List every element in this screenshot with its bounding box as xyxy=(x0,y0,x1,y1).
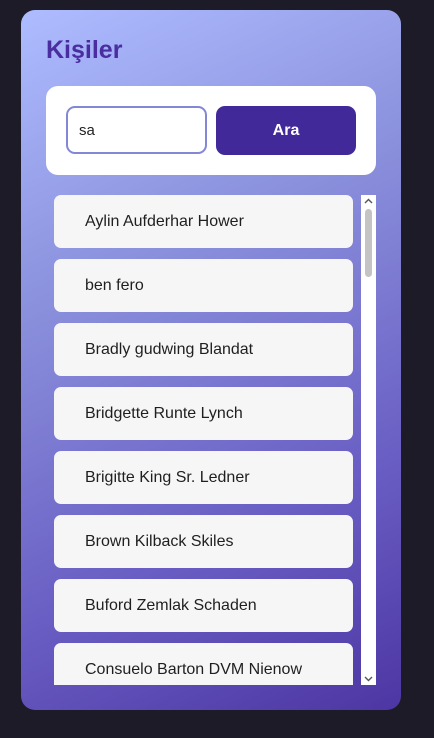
list-item[interactable]: ben fero xyxy=(54,259,353,312)
scrollbar[interactable] xyxy=(361,195,376,685)
scroll-down-icon[interactable] xyxy=(364,674,373,683)
search-button[interactable]: Ara xyxy=(216,106,356,155)
list-item[interactable]: Consuelo Barton DVM Nienow xyxy=(54,643,353,685)
contacts-list[interactable]: Aylin Aufderhar Hower ben fero Bradly gu… xyxy=(54,195,376,685)
list-item[interactable]: Aylin Aufderhar Hower xyxy=(54,195,353,248)
search-panel: Ara xyxy=(46,86,376,175)
scrollbar-thumb[interactable] xyxy=(365,209,372,277)
list-item[interactable]: Brown Kilback Skiles xyxy=(54,515,353,568)
list-item[interactable]: Buford Zemlak Schaden xyxy=(54,579,353,632)
contacts-card: Kişiler Ara Aylin Aufderhar Hower ben fe… xyxy=(21,10,401,710)
list-item[interactable]: Bridgette Runte Lynch xyxy=(54,387,353,440)
list-item[interactable]: Brigitte King Sr. Ledner xyxy=(54,451,353,504)
search-input[interactable] xyxy=(66,106,207,154)
scroll-up-icon[interactable] xyxy=(364,197,373,206)
list-item[interactable]: Bradly gudwing Blandat xyxy=(54,323,353,376)
page-title: Kişiler xyxy=(46,36,123,64)
